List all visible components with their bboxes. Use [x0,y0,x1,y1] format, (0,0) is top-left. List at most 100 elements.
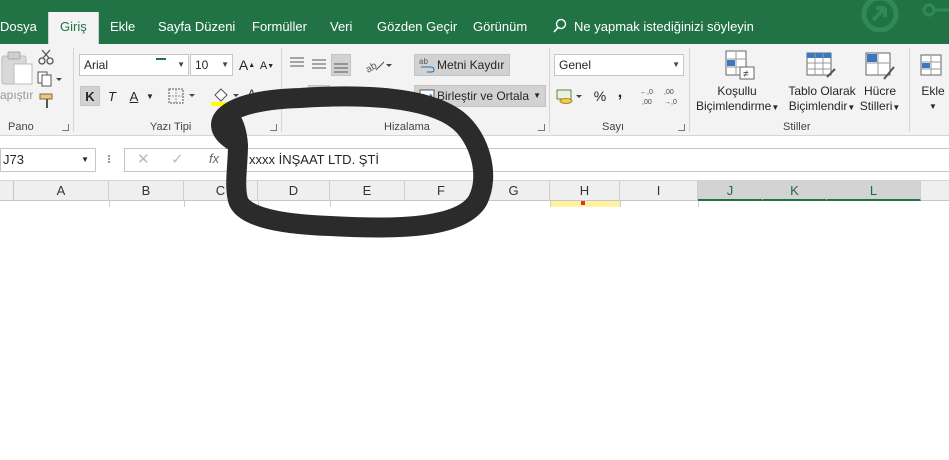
decrease-indent-icon[interactable] [362,87,382,103]
tab-home[interactable]: Giriş [48,12,99,44]
decrease-font-size-icon[interactable]: A ▼ [258,58,276,74]
column-header[interactable]: A [14,181,109,201]
align-top-icon[interactable] [288,56,306,70]
clipboard-launcher[interactable] [62,124,69,131]
grid-line [109,201,110,207]
column-header[interactable] [921,181,949,201]
increase-decimal-icon[interactable]: ←,0 ,00 [640,86,662,106]
increase-font-size-icon[interactable]: A ▲ [238,56,256,74]
wrap-text-button[interactable]: ab Metni Kaydır [414,54,510,76]
highlighted-cell[interactable] [551,201,620,207]
orientation-icon[interactable]: ab [364,56,392,74]
format-as-table-button[interactable]: Tablo Olarak Biçimlendir▼ [783,84,861,115]
group-label-styles: Stiller [783,121,811,133]
tab-insert[interactable]: Ekle [110,12,135,44]
alignment-launcher[interactable] [538,124,545,131]
tell-me-box[interactable]: Ne yapmak istediğinizi söyleyin [552,12,754,44]
percent-button[interactable]: % [591,87,609,105]
key-icon[interactable] [920,0,949,22]
chevron-down-icon: ▼ [892,103,901,112]
name-box[interactable]: J73 ▼ [0,148,96,172]
cell-styles-icon[interactable] [864,51,896,81]
formula-input[interactable]: xxxx İNŞAAT LTD. ŞTİ [238,148,949,172]
formula-bar: J73 ▼ ✕ ✓ fx xxxx İNŞAAT LTD. ŞTİ [0,137,949,181]
currency-icon[interactable] [556,87,584,105]
insert-cells-icon[interactable] [917,51,945,79]
splitter-handle[interactable] [108,154,112,166]
column-header-selected[interactable]: K [763,181,827,201]
column-header-selected[interactable]: L [827,181,921,201]
select-all-corner[interactable] [0,181,14,201]
decrease-decimal-icon[interactable]: ,00 →,0 [664,86,686,106]
merge-cells-icon [419,89,435,103]
account-icon[interactable] [858,0,902,32]
group-separator [281,48,282,132]
column-header-selected[interactable]: J [698,181,763,201]
tab-review[interactable]: Gözden Geçir [377,12,457,44]
tab-formulas[interactable]: Formüller [252,12,307,44]
align-left-icon[interactable] [288,87,306,103]
tab-file[interactable]: Dosya [0,12,37,44]
conditional-formatting-icon[interactable]: ≠ [724,49,756,81]
tab-view[interactable]: Görünüm [473,12,527,44]
number-launcher[interactable] [678,124,685,131]
conditional-formatting-button[interactable]: Koşullu Biçimlendirme▼ [696,84,780,115]
cell-line2: Stilleri [859,99,893,113]
insert-button[interactable]: Ekle ▼ [918,84,948,114]
italic-button[interactable]: T [103,86,121,106]
column-header[interactable]: C [184,181,258,201]
cell-marker [581,201,585,205]
group-label-number: Sayı [602,121,625,133]
paste-label[interactable]: apıştır [0,88,33,103]
cancel-icon[interactable]: ✕ [137,150,150,168]
font-size-select[interactable]: 10 ▼ [190,54,233,76]
column-header[interactable]: G [478,181,550,201]
font-size-value: 10 [195,58,209,72]
font-color-icon[interactable]: A [244,85,272,107]
format-painter-icon[interactable] [38,92,56,110]
chevron-down-icon: ▼ [847,103,856,112]
format-as-table-icon[interactable] [805,51,837,81]
copy-icon[interactable] [37,71,63,87]
paste-icon[interactable] [0,50,34,86]
tab-data[interactable]: Veri [330,12,352,44]
cell-styles-button[interactable]: Hücre Stilleri▼ [858,84,902,115]
enter-icon[interactable]: ✓ [171,150,184,168]
column-header[interactable]: E [330,181,405,201]
group-label-font: Yazı Tipi [150,121,192,133]
underline-button[interactable]: A [125,86,143,106]
align-right-icon[interactable] [333,87,351,103]
borders-icon[interactable] [168,88,198,104]
font-name-select[interactable]: Arial ▼ [79,54,189,76]
chevron-down-icon: ▼ [771,103,780,112]
cell-line1: Hücre [863,84,896,98]
align-bottom-button[interactable] [331,54,351,76]
font-name-indicator [156,58,166,60]
name-box-value: J73 [3,152,24,167]
number-format-select[interactable]: Genel ▼ [554,54,684,76]
tab-page-layout[interactable]: Sayfa Düzeni [158,12,235,44]
column-header[interactable]: D [258,181,330,201]
group-separator [73,48,74,132]
chevron-down-icon: ▼ [929,102,937,111]
align-middle-icon[interactable] [310,56,328,72]
column-header[interactable]: H [550,181,620,201]
bold-button[interactable]: K [80,86,100,106]
comma-style-button[interactable]: , [614,84,626,102]
chevron-down-icon[interactable]: ▼ [145,88,155,104]
column-header[interactable]: F [405,181,478,201]
insert-label: Ekle [921,84,945,98]
font-launcher[interactable] [270,124,277,131]
merge-center-button[interactable]: Birleştir ve Ortala ▼ [414,85,546,107]
group-separator [909,48,910,132]
increase-indent-icon[interactable] [385,87,405,103]
chevron-down-icon: ▼ [177,60,185,69]
column-header[interactable]: I [620,181,698,201]
svg-text:≠: ≠ [743,69,749,80]
fill-color-icon[interactable] [210,85,242,107]
column-header[interactable]: B [109,181,184,201]
insert-function-icon[interactable]: fx [209,151,219,166]
cut-icon[interactable] [38,49,54,65]
align-center-button[interactable] [308,85,330,107]
lightbulb-icon [553,18,567,33]
